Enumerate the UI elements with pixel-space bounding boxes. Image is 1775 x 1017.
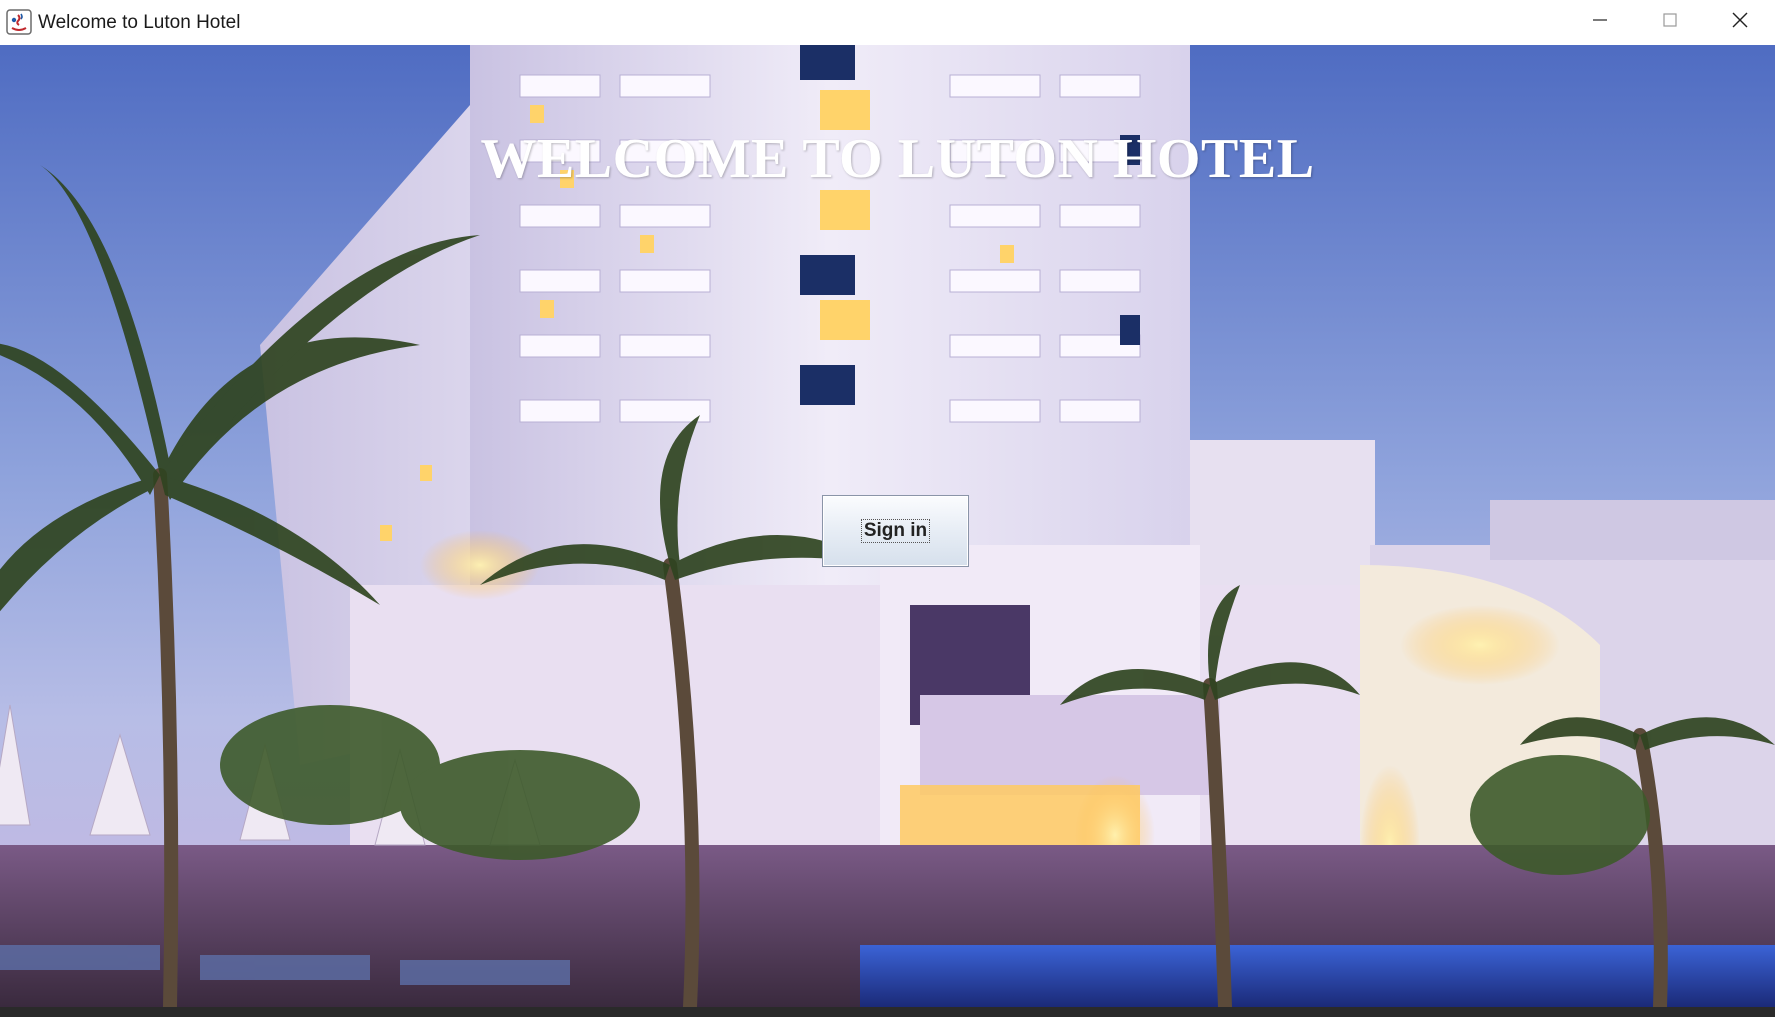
maximize-icon xyxy=(1662,12,1678,33)
java-app-icon xyxy=(6,9,32,35)
title-bar[interactable]: Welcome to Luton Hotel xyxy=(0,0,1775,46)
window-bottom-border xyxy=(0,1007,1775,1017)
close-icon xyxy=(1731,11,1749,34)
sign-in-button[interactable]: Sign in xyxy=(822,495,969,567)
window-title: Welcome to Luton Hotel xyxy=(38,12,241,33)
minimize-button[interactable] xyxy=(1565,0,1635,45)
welcome-heading: WELCOME TO LUTON HOTEL xyxy=(480,128,1315,190)
maximize-button[interactable] xyxy=(1635,0,1705,45)
sign-in-label: Sign in xyxy=(860,519,931,543)
close-button[interactable] xyxy=(1705,0,1775,45)
app-window: Welcome to Luton Hotel WELCOME TO LUTON … xyxy=(0,0,1775,1017)
minimize-icon xyxy=(1592,12,1608,33)
welcome-panel: WELCOME TO LUTON HOTEL Sign in xyxy=(0,45,1775,1007)
